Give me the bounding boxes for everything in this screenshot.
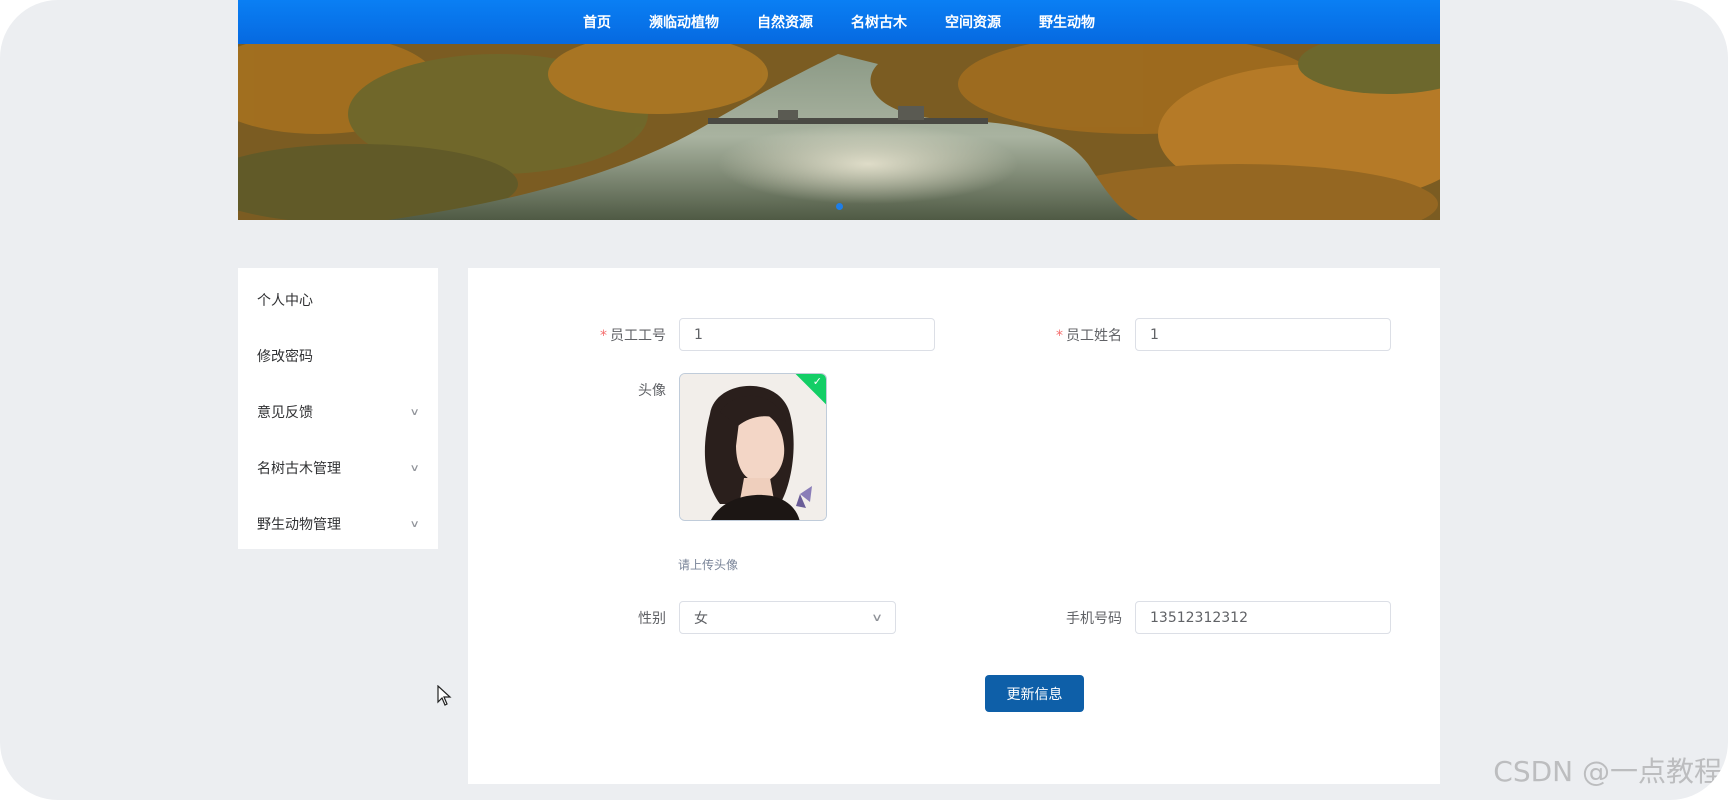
sidebar-item-personal-center[interactable]: 个人中心	[238, 272, 438, 328]
avatar-label: 头像	[638, 383, 666, 399]
sidebar-item-label: 名树古木管理	[257, 461, 341, 477]
gender-label: 性别	[638, 610, 666, 627]
chevron-down-icon: ∨	[409, 462, 420, 474]
sidebar-item-change-password[interactable]: 修改密码	[238, 328, 438, 384]
sidebar-item-wildlife-management[interactable]: 野生动物管理 ∨	[238, 496, 438, 552]
required-marker: *	[600, 327, 607, 344]
sidebar-item-label: 个人中心	[257, 293, 313, 309]
update-info-button[interactable]: 更新信息	[985, 675, 1084, 712]
watermark-text: CSDN @一点教程	[1493, 755, 1722, 788]
avatar-image	[680, 374, 826, 520]
phone-row: 手机号码 13512312312	[1016, 601, 1391, 634]
employee-name-row: * 员工姓名 1	[1016, 318, 1391, 351]
chevron-down-icon: ∨	[870, 611, 884, 624]
chevron-down-icon: ∨	[409, 406, 420, 418]
sidebar-item-label: 意见反馈	[257, 405, 313, 421]
top-nav: 首页 濒临动植物 自然资源 名树古木 空间资源 野生动物	[238, 0, 1440, 44]
sidebar-item-feedback[interactable]: 意见反馈 ∨	[238, 384, 438, 440]
nav-item-famous-trees[interactable]: 名树古木	[832, 12, 926, 32]
sidebar-item-trees-management[interactable]: 名树古木管理 ∨	[238, 440, 438, 496]
nav-item-space-resources[interactable]: 空间资源	[926, 12, 1020, 32]
gender-row: 性别 女 ∨	[560, 601, 896, 634]
carousel-dot-active[interactable]	[835, 203, 843, 210]
app-frame: 首页 濒临动植物 自然资源 名树古木 空间资源 野生动物 个人中心 修改密码 意…	[0, 0, 1728, 800]
carousel-indicators	[238, 203, 1440, 210]
required-marker: *	[1056, 327, 1063, 344]
nav-item-home[interactable]: 首页	[564, 12, 630, 32]
phone-label: 手机号码	[1066, 610, 1122, 627]
employee-id-row: * 员工工号 1	[560, 318, 935, 351]
chevron-down-icon: ∨	[409, 518, 420, 530]
employee-name-input[interactable]: 1	[1135, 318, 1391, 351]
nav-item-wildlife[interactable]: 野生动物	[1020, 12, 1114, 32]
nav-item-natural-resources[interactable]: 自然资源	[738, 12, 832, 32]
avatar-uploader[interactable]: ✓	[679, 373, 827, 521]
check-icon: ✓	[812, 375, 822, 388]
phone-input[interactable]: 13512312312	[1135, 601, 1391, 634]
employee-id-label: * 员工工号	[600, 327, 666, 344]
sidebar-item-label: 野生动物管理	[257, 517, 341, 533]
mouse-cursor-icon	[437, 685, 452, 706]
sidebar-menu: 个人中心 修改密码 意见反馈 ∨ 名树古木管理 ∨ 野生动物管理 ∨	[238, 268, 438, 549]
employee-id-input[interactable]: 1	[679, 318, 935, 351]
landscape-image	[238, 44, 1440, 220]
sidebar-item-label: 修改密码	[257, 349, 313, 365]
nav-item-endangered[interactable]: 濒临动植物	[630, 12, 738, 32]
gender-select-value: 女	[694, 610, 708, 627]
banner-carousel[interactable]	[238, 44, 1440, 220]
avatar-upload-tip: 请上传头像	[678, 558, 739, 572]
gender-select[interactable]: 女 ∨	[679, 601, 896, 634]
employee-name-label: * 员工姓名	[1056, 327, 1122, 344]
